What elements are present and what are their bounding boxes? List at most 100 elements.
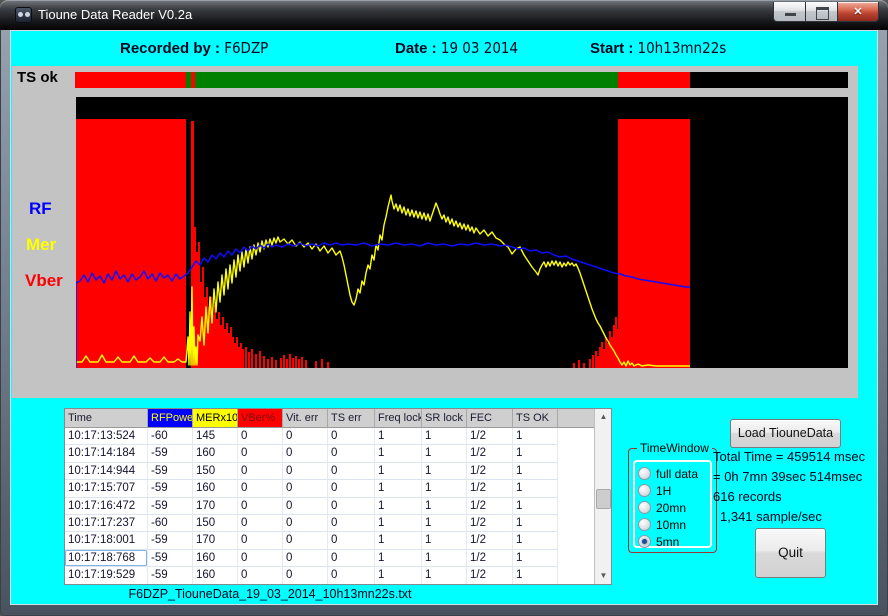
minimize-button[interactable] <box>773 2 806 22</box>
table-cell[interactable]: 1/2 <box>467 445 513 462</box>
table-cell[interactable]: 0 <box>328 550 375 567</box>
table-cell[interactable]: 1 <box>513 428 558 445</box>
table-cell[interactable]: 1 <box>375 428 422 445</box>
table-cell[interactable]: 0 <box>328 428 375 445</box>
table-cell[interactable]: 0 <box>238 445 283 462</box>
table-cell[interactable]: 1 <box>513 515 558 532</box>
table-cell[interactable]: 10:17:16:472 <box>65 498 148 515</box>
table-cell[interactable]: -59 <box>148 463 193 480</box>
table-cell[interactable]: 1 <box>513 498 558 515</box>
table-cell[interactable]: 0 <box>328 480 375 497</box>
table-cell[interactable]: 1 <box>422 532 467 549</box>
data-grid[interactable]: TimeRFPowerMERx10VBer%Vit. errTS errFreq… <box>64 408 612 585</box>
table-cell[interactable]: 0 <box>283 498 328 515</box>
table-cell[interactable]: 10:17:13:524 <box>65 428 148 445</box>
time-window-option[interactable]: 10mn <box>638 516 714 533</box>
table-cell[interactable]: 150 <box>193 515 238 532</box>
maximize-button[interactable] <box>806 2 838 22</box>
table-cell[interactable]: 1 <box>375 445 422 462</box>
table-cell[interactable]: 1 <box>513 532 558 549</box>
table-row[interactable]: 10:17:13:524-60145000111/21 <box>65 428 594 445</box>
table-cell[interactable]: 1 <box>375 463 422 480</box>
grid-column-header[interactable]: VBer% <box>238 409 283 428</box>
quit-button[interactable]: Quit <box>755 528 826 578</box>
table-cell[interactable]: 0 <box>283 428 328 445</box>
grid-column-header[interactable]: RFPower <box>148 409 193 428</box>
radio-icon[interactable] <box>638 484 651 497</box>
table-cell[interactable]: 0 <box>328 445 375 462</box>
table-cell[interactable]: 0 <box>328 515 375 532</box>
table-cell[interactable]: 1 <box>513 445 558 462</box>
table-cell[interactable]: 0 <box>238 428 283 445</box>
table-cell[interactable]: 0 <box>238 550 283 567</box>
table-cell[interactable]: 0 <box>283 445 328 462</box>
time-window-option[interactable]: 1H <box>638 482 714 499</box>
table-cell[interactable]: 0 <box>283 532 328 549</box>
table-cell[interactable]: 0 <box>283 567 328 584</box>
radio-icon[interactable] <box>638 518 651 531</box>
table-cell[interactable]: 160 <box>193 567 238 584</box>
table-cell[interactable]: 160 <box>193 550 238 567</box>
scroll-down-icon[interactable]: ▼ <box>596 568 611 584</box>
time-window-option[interactable]: 5mn <box>638 533 714 550</box>
table-cell[interactable]: -59 <box>148 480 193 497</box>
title-bar[interactable]: Tioune Data Reader V0.2a <box>0 0 888 30</box>
table-cell[interactable]: 170 <box>193 498 238 515</box>
table-cell[interactable]: -59 <box>148 498 193 515</box>
grid-column-header[interactable]: Vit. err <box>283 409 328 428</box>
table-cell[interactable]: 170 <box>193 532 238 549</box>
table-cell[interactable]: 1 <box>422 463 467 480</box>
table-row[interactable]: 10:17:18:768-59160000111/21 <box>65 550 594 567</box>
table-cell[interactable]: 145 <box>193 428 238 445</box>
table-cell[interactable]: 1/2 <box>467 463 513 480</box>
table-cell[interactable]: 0 <box>283 463 328 480</box>
table-cell[interactable]: 10:17:18:768 <box>65 550 148 567</box>
table-cell[interactable]: 0 <box>238 567 283 584</box>
grid-column-header[interactable]: TS OK <box>513 409 558 428</box>
radio-icon[interactable] <box>638 467 651 480</box>
table-cell[interactable]: 0 <box>328 463 375 480</box>
table-cell[interactable]: 1/2 <box>467 550 513 567</box>
radio-icon[interactable] <box>638 501 651 514</box>
table-cell[interactable]: 0 <box>283 480 328 497</box>
table-cell[interactable]: 10:17:14:944 <box>65 463 148 480</box>
table-cell[interactable]: 1/2 <box>467 428 513 445</box>
table-cell[interactable]: 0 <box>328 532 375 549</box>
table-cell[interactable]: 0 <box>328 498 375 515</box>
grid-column-header[interactable]: Freq lock <box>375 409 422 428</box>
table-cell[interactable]: 0 <box>238 463 283 480</box>
table-cell[interactable]: 1 <box>422 480 467 497</box>
table-row[interactable]: 10:17:14:944-59150000111/21 <box>65 463 594 480</box>
table-cell[interactable]: 1 <box>375 515 422 532</box>
table-cell[interactable]: 0 <box>328 567 375 584</box>
load-tiounedata-button[interactable]: Load TiouneData <box>730 419 841 448</box>
table-row[interactable]: 10:17:16:472-59170000111/21 <box>65 498 594 515</box>
time-window-option[interactable]: 20mn <box>638 499 714 516</box>
table-cell[interactable]: -59 <box>148 567 193 584</box>
table-row[interactable]: 10:17:18:001-59170000111/21 <box>65 532 594 549</box>
table-cell[interactable]: 1 <box>422 428 467 445</box>
grid-column-header[interactable]: MERx10 <box>193 409 238 428</box>
table-cell[interactable]: -59 <box>148 550 193 567</box>
table-cell[interactable]: 10:17:18:001 <box>65 532 148 549</box>
table-cell[interactable]: 1 <box>422 498 467 515</box>
table-cell[interactable]: -60 <box>148 428 193 445</box>
table-cell[interactable]: 1 <box>375 550 422 567</box>
table-cell[interactable]: 10:17:14:184 <box>65 445 148 462</box>
table-row[interactable]: 10:17:19:529-59160000111/21 <box>65 567 594 584</box>
table-row[interactable]: 10:17:15:707-59160000111/21 <box>65 480 594 497</box>
table-cell[interactable]: 1 <box>513 550 558 567</box>
table-cell[interactable]: 1 <box>422 445 467 462</box>
table-cell[interactable]: 1/2 <box>467 532 513 549</box>
table-cell[interactable]: 1 <box>422 567 467 584</box>
table-cell[interactable]: 1/2 <box>467 567 513 584</box>
table-cell[interactable]: 160 <box>193 480 238 497</box>
table-cell[interactable]: 1 <box>375 480 422 497</box>
grid-column-header[interactable]: SR lock <box>422 409 467 428</box>
table-cell[interactable]: 1 <box>375 532 422 549</box>
table-cell[interactable]: 1 <box>513 567 558 584</box>
table-cell[interactable]: 10:17:15:707 <box>65 480 148 497</box>
table-cell[interactable]: -59 <box>148 445 193 462</box>
table-cell[interactable]: 160 <box>193 445 238 462</box>
table-cell[interactable]: -60 <box>148 515 193 532</box>
